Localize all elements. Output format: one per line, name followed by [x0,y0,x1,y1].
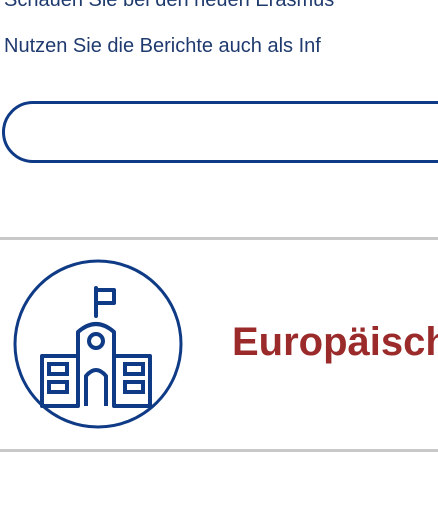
divider-bottom [0,449,438,452]
card-title[interactable]: Europäisch [232,318,438,366]
intro-text-line-2: Nutzen Sie die Berichte auch als Inf [4,35,321,57]
search-input[interactable] [2,101,438,163]
intro-text-line-1: Schauen Sie bei den neuen Erasmus [4,0,335,11]
page: Schauen Sie bei den neuen Erasmus Nutzen… [0,0,438,511]
divider-top [0,237,438,240]
school-building-icon [13,259,183,429]
